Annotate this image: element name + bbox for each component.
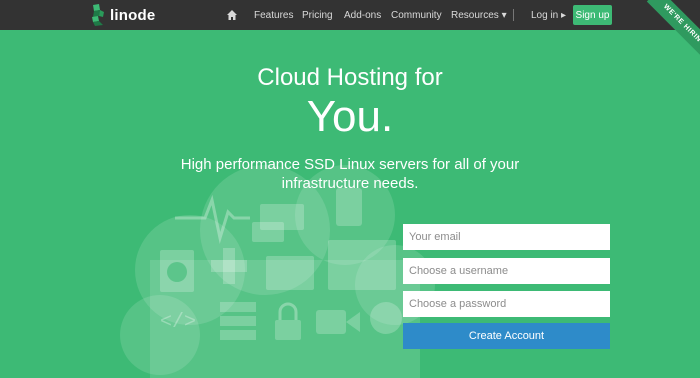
username-field[interactable] bbox=[403, 258, 610, 284]
envelope-icon bbox=[266, 256, 314, 290]
nav-pricing[interactable]: Pricing bbox=[302, 0, 333, 30]
login-link[interactable]: Log in ▸ bbox=[531, 0, 566, 30]
browser-window-icon bbox=[328, 240, 396, 290]
nav-community[interactable]: Community bbox=[391, 0, 442, 30]
cloud-illustration: </> bbox=[120, 165, 435, 378]
code-icon: </> bbox=[160, 311, 196, 334]
create-account-button[interactable]: Create Account bbox=[403, 323, 610, 349]
linode-logo[interactable]: linode bbox=[90, 4, 155, 26]
nav-features[interactable]: Features bbox=[254, 0, 293, 30]
server-stack-icon bbox=[220, 302, 256, 340]
linode-cube-logo-icon bbox=[92, 4, 104, 26]
email-field[interactable] bbox=[403, 224, 610, 250]
brand-name: linode bbox=[110, 6, 156, 24]
phone-icon bbox=[336, 188, 362, 226]
password-field[interactable] bbox=[403, 291, 610, 317]
hero-title-line1: Cloud Hosting for bbox=[257, 64, 443, 91]
hiring-ribbon[interactable]: WE'RE HIRING! bbox=[630, 0, 700, 70]
signup-button[interactable]: Sign up bbox=[573, 5, 612, 25]
hiring-ribbon-label: WE'RE HIRING! bbox=[646, 0, 700, 66]
shopping-bag-globe-icon bbox=[160, 250, 194, 292]
nav-divider bbox=[513, 9, 514, 21]
svg-text:</>: </> bbox=[160, 311, 196, 334]
top-navigation-bar: linode Features Pricing Add-ons Communit… bbox=[0, 0, 700, 30]
home-icon[interactable] bbox=[226, 8, 238, 26]
hero-title-line2: You. bbox=[306, 92, 394, 141]
nav-add-ons[interactable]: Add-ons bbox=[344, 0, 381, 30]
gear-icon bbox=[370, 302, 402, 334]
nav-resources-dropdown[interactable]: Resources ▾ bbox=[451, 0, 507, 30]
